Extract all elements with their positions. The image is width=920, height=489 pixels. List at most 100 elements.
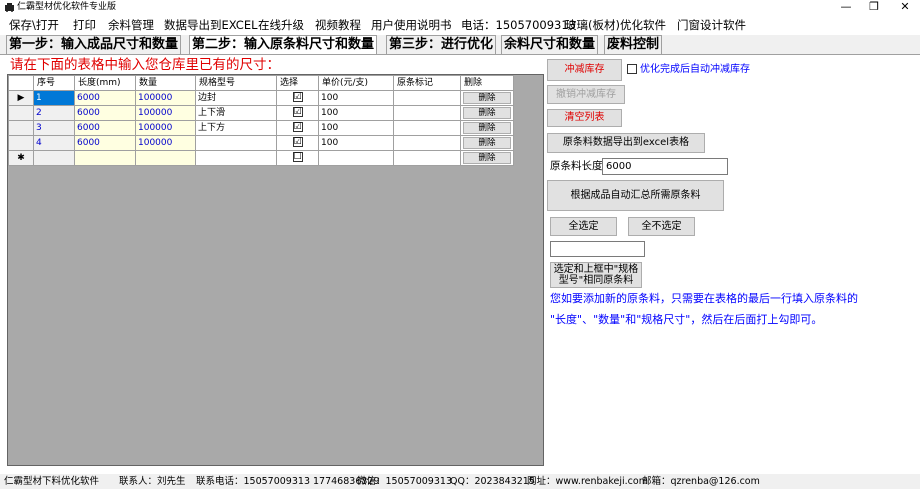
window-title: 仁霸型材优化软件专业版 (17, 2, 117, 12)
delete-row-button[interactable]: 删除 (463, 122, 511, 134)
menu-online-upgrade[interactable]: 在线升级 (258, 17, 304, 33)
tab-leftover[interactable]: 余料尺寸和数量 (501, 35, 599, 55)
cell-select[interactable]: ☑ (276, 105, 319, 121)
row-marker[interactable] (8, 105, 34, 121)
cell-select[interactable]: ☐ (276, 150, 319, 166)
column-header-spec[interactable]: 规格型号 (195, 75, 277, 91)
cell-spec[interactable]: 上下方 (195, 120, 277, 136)
menu-door-window-software[interactable]: 门窗设计软件 (677, 17, 746, 33)
export-raw-material-excel-button[interactable]: 原条料数据导出到excel表格 (547, 133, 705, 153)
select-all-button[interactable]: 全选定 (550, 217, 617, 236)
select-checkbox[interactable]: ☐ (292, 152, 303, 162)
auto-reduce-option[interactable]: 优化完成后自动冲减库存 (627, 64, 750, 76)
undo-reduce-stock-button[interactable]: 撤销冲减库存 (547, 85, 625, 104)
auto-summary-button[interactable]: 根据成品自动汇总所需原条料 (547, 180, 724, 211)
cell-id[interactable]: 4 (33, 135, 75, 151)
cell-qty[interactable]: 100000 (135, 90, 196, 106)
select-checkbox[interactable]: ☑ (292, 107, 303, 117)
cell-length[interactable]: 6000 (74, 120, 136, 136)
status-qq: QQ：2023843215 (450, 476, 535, 487)
row-marker[interactable]: ▶ (8, 90, 34, 106)
cell-qty[interactable]: 100000 (135, 120, 196, 136)
tab-step1[interactable]: 第一步：输入成品尺寸和数量 (6, 35, 182, 55)
column-header-delete[interactable]: 删除 (460, 75, 514, 91)
tab-step2[interactable]: 第二步：输入原条料尺寸和数量 (189, 35, 378, 55)
select-same-spec-button[interactable]: 选定和上框中"规格 型号"相同原条料 (550, 262, 642, 288)
cell-length[interactable]: 6000 (74, 105, 136, 121)
menu-phone[interactable]: 电话：15057009313 (461, 17, 576, 33)
cell-mark[interactable] (393, 90, 461, 106)
select-checkbox[interactable]: ☑ (292, 137, 303, 147)
raw-length-input[interactable]: 6000 (602, 158, 728, 175)
cell-mark[interactable] (393, 150, 461, 166)
column-header-mark[interactable]: 原条标记 (393, 75, 461, 91)
delete-row-button[interactable]: 删除 (463, 92, 511, 104)
menu-glass-software[interactable]: 玻璃(板材)优化软件 (565, 17, 666, 33)
cell-price[interactable]: 100 (318, 120, 394, 136)
cell-id[interactable]: 2 (33, 105, 75, 121)
status-phone: 联系电话：15057009313 17746836329 (196, 476, 380, 487)
cell-spec[interactable] (195, 150, 277, 166)
menu-user-manual[interactable]: 用户使用说明书 (371, 17, 452, 33)
row-header-corner (8, 75, 34, 91)
table-row[interactable]: 4 6000 100000 ☑ 100 删除 (8, 135, 514, 151)
select-checkbox[interactable]: ☑ (292, 92, 303, 102)
column-header-length[interactable]: 长度(mm) (74, 75, 136, 91)
cell-spec[interactable] (195, 135, 277, 151)
delete-row-button[interactable]: 删除 (463, 137, 511, 149)
menu-save-open[interactable]: 保存\打开 (9, 17, 59, 33)
raw-material-grid: 序号 长度(mm) 数量 规格型号 选择 单价(元/支) 原条标记 删除 ▶ 1… (7, 74, 544, 466)
column-header-select[interactable]: 选择 (276, 75, 319, 91)
table-row[interactable]: ▶ 1 6000 100000 边封 ☑ 100 删除 (8, 90, 514, 106)
cell-price[interactable] (318, 150, 394, 166)
auto-reduce-label[interactable]: 优化完成后自动冲减库存 (640, 64, 750, 75)
auto-reduce-checkbox[interactable] (627, 64, 637, 74)
cell-qty[interactable]: 100000 (135, 105, 196, 121)
cell-select[interactable]: ☑ (276, 90, 319, 106)
new-row-marker[interactable]: ✱ (8, 150, 34, 166)
table-row[interactable]: 3 6000 100000 上下方 ☑ 100 删除 (8, 120, 514, 136)
tab-step3[interactable]: 第三步：进行优化 (386, 35, 497, 55)
column-header-id[interactable]: 序号 (33, 75, 75, 91)
cell-mark[interactable] (393, 105, 461, 121)
new-row[interactable]: ✱ ☐ 删除 (8, 150, 514, 166)
row-marker[interactable] (8, 120, 34, 136)
cell-price[interactable]: 100 (318, 90, 394, 106)
cell-id[interactable]: 3 (33, 120, 75, 136)
cell-price[interactable]: 100 (318, 135, 394, 151)
table-row[interactable]: 2 6000 100000 上下滑 ☑ 100 删除 (8, 105, 514, 121)
cell-spec[interactable]: 边封 (195, 90, 277, 106)
menu-export-excel[interactable]: 数据导出到EXCEL (164, 17, 258, 33)
minimize-button[interactable]: — (831, 0, 861, 15)
cell-id[interactable] (33, 150, 75, 166)
menu-leftover-management[interactable]: 余料管理 (108, 17, 154, 33)
row-marker[interactable] (8, 135, 34, 151)
cell-select[interactable]: ☑ (276, 135, 319, 151)
cell-id[interactable]: 1 (33, 90, 75, 106)
delete-row-button[interactable]: 删除 (463, 107, 511, 119)
cell-price[interactable]: 100 (318, 105, 394, 121)
column-header-qty[interactable]: 数量 (135, 75, 196, 91)
tab-waste-control[interactable]: 废料控制 (604, 35, 663, 55)
clear-list-button[interactable]: 清空列表 (547, 109, 622, 127)
menu-print[interactable]: 打印 (73, 17, 96, 33)
deselect-all-button[interactable]: 全不选定 (628, 217, 695, 236)
reduce-stock-button[interactable]: 冲减库存 (547, 59, 622, 81)
cell-mark[interactable] (393, 135, 461, 151)
cell-qty[interactable] (135, 150, 196, 166)
column-header-price[interactable]: 单价(元/支) (318, 75, 394, 91)
spec-filter-input[interactable] (550, 241, 645, 257)
cell-length[interactable]: 6000 (74, 135, 136, 151)
cell-length[interactable] (74, 150, 136, 166)
restore-button[interactable]: ❐ (859, 0, 889, 15)
cell-mark[interactable] (393, 120, 461, 136)
cell-length[interactable]: 6000 (74, 90, 136, 106)
close-button[interactable]: ✕ (890, 0, 920, 15)
cell-qty[interactable]: 100000 (135, 135, 196, 151)
cell-spec[interactable]: 上下滑 (195, 105, 277, 121)
menu-video-tutorial[interactable]: 视频教程 (315, 17, 361, 33)
select-checkbox[interactable]: ☑ (292, 122, 303, 132)
delete-row-button[interactable]: 删除 (463, 152, 511, 164)
menu-bar: 保存\打开 打印 余料管理 数据导出到EXCEL 在线升级 视频教程 用户使用说… (0, 15, 920, 35)
cell-select[interactable]: ☑ (276, 120, 319, 136)
